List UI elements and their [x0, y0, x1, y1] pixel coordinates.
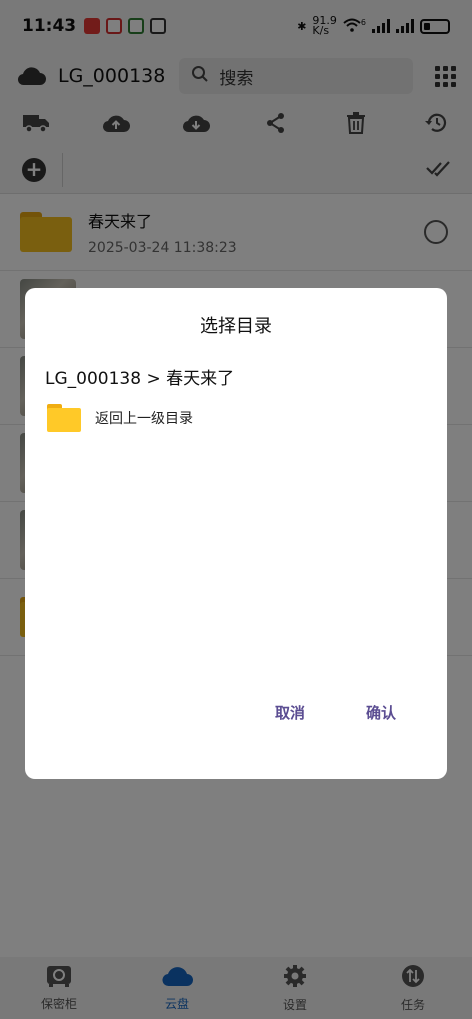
- dialog-path: LG_000138 > 春天来了: [45, 369, 235, 389]
- go-up-directory-item[interactable]: 返回上一级目录: [47, 404, 193, 432]
- folder-icon: [47, 404, 81, 432]
- go-up-label: 返回上一级目录: [95, 411, 193, 427]
- confirm-button[interactable]: 确认: [366, 702, 396, 723]
- dialog-title: 选择目录: [200, 316, 272, 337]
- cancel-button[interactable]: 取消: [275, 702, 305, 723]
- select-directory-dialog: 选择目录 LG_000138 > 春天来了 返回上一级目录 取消 确认: [25, 288, 447, 779]
